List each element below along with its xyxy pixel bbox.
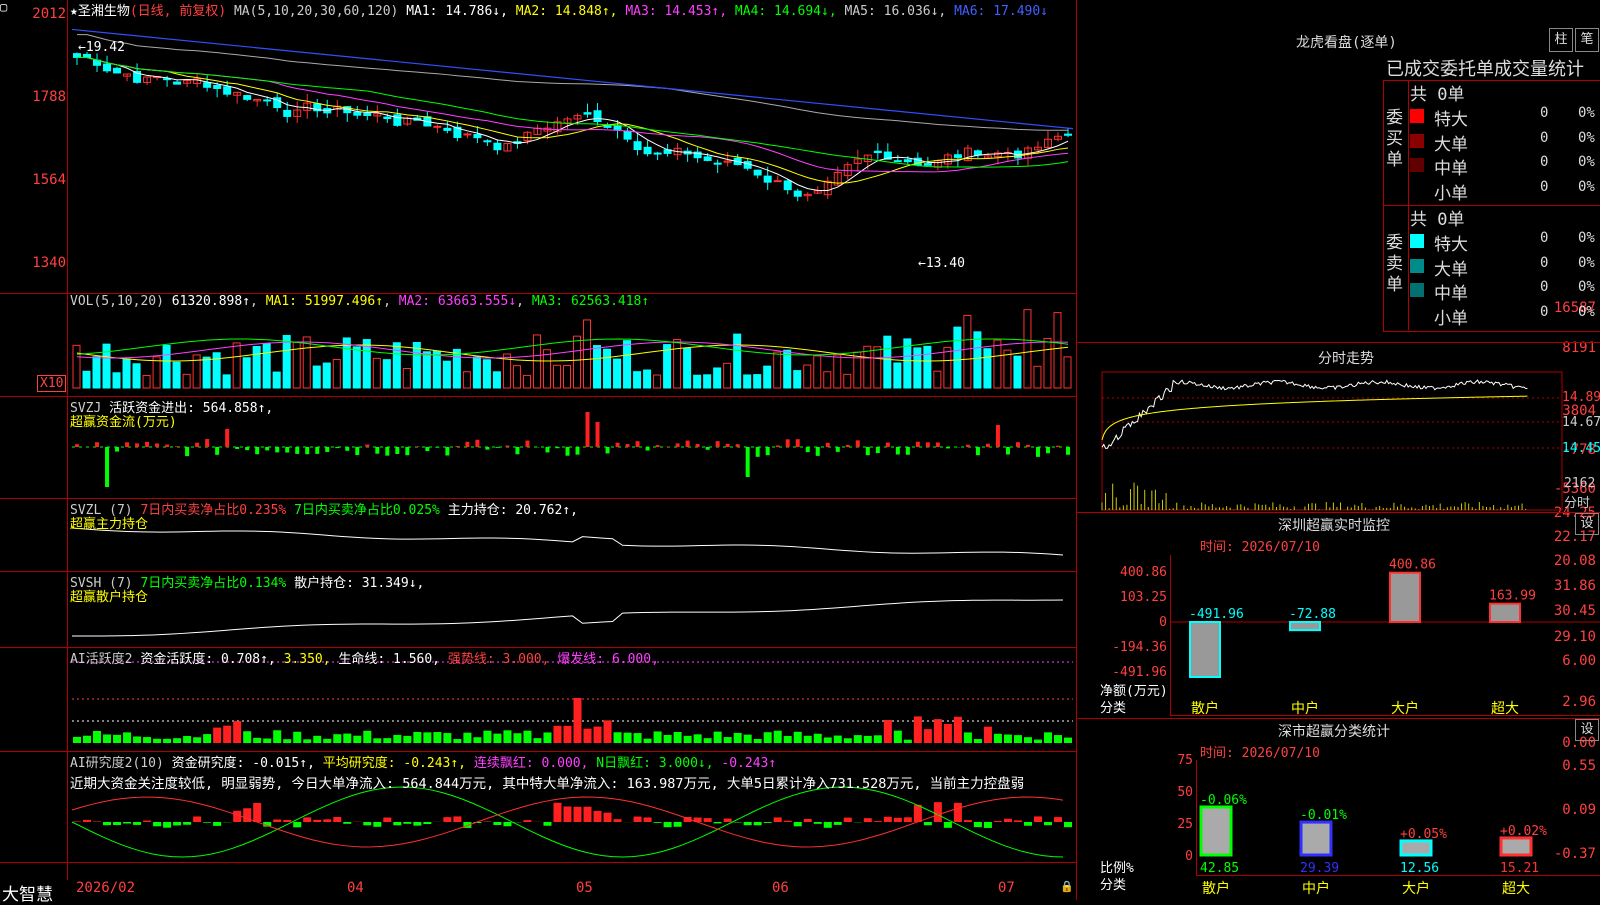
sc-bar: [1501, 838, 1531, 855]
sc-value: 12.56: [1400, 861, 1439, 876]
sc-bar: [1301, 822, 1331, 855]
sc-value: 42.85: [1200, 861, 1239, 876]
sc-bar: [1201, 807, 1231, 855]
sc-value: 15.21: [1500, 861, 1539, 876]
sc-category: 大户: [1402, 880, 1430, 897]
sc-value: 29.39: [1300, 861, 1339, 876]
sc-category: 超大: [1502, 881, 1530, 897]
sc-bar-label: -0.01%: [1300, 808, 1347, 823]
sc-bar-label: +0.02%: [1500, 824, 1547, 839]
sc-category: 中户: [1302, 880, 1330, 897]
sc-bar-label: +0.05%: [1400, 827, 1447, 842]
sc-bar-label: -0.06%: [1200, 793, 1247, 808]
sc-bar-chart[interactable]: -0.06% 42.85 散户 -0.01% 29.39 中户 +0.05% 12.56 大户 +…: [0, 0, 1600, 900]
sc-bar: [1401, 841, 1431, 855]
sc-cat-label: 分类: [1100, 874, 1126, 893]
sc-category: 散户: [1202, 880, 1230, 897]
